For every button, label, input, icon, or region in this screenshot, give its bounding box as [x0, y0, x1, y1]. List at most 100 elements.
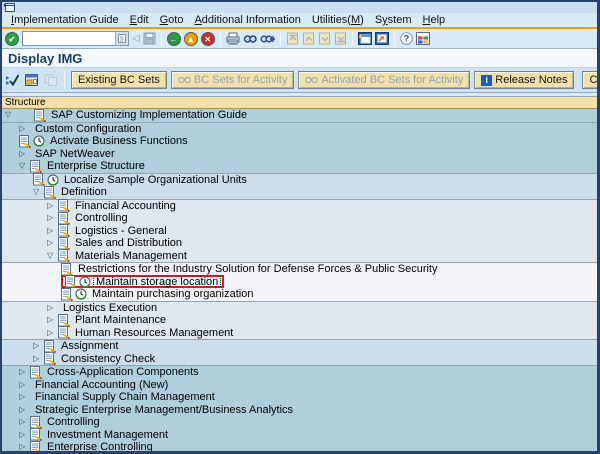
img-documentation-icon[interactable] [19, 135, 31, 148]
expand-arrow-icon[interactable]: ▷ [47, 212, 58, 224]
menu-item-system[interactable]: System [372, 14, 420, 26]
tree-row[interactable]: ▽ SAP Customizing Implementation Guide [2, 109, 597, 123]
expand-arrow-icon[interactable]: ▷ [47, 327, 58, 339]
tree-row-label[interactable]: Logistics Execution [61, 302, 159, 314]
new-session-icon[interactable] [358, 32, 372, 45]
tree-row[interactable]: Activate Business Functions [2, 135, 597, 148]
collapse-arrow-icon[interactable]: ▽ [47, 250, 58, 262]
img-documentation-icon[interactable] [61, 263, 73, 276]
img-activity-clock-icon[interactable] [79, 276, 91, 288]
system-menu-icon[interactable] [4, 3, 15, 12]
tree-row[interactable]: Localize Sample Organizational Units [2, 174, 597, 187]
tree-row-label[interactable]: Enterprise Structure [45, 160, 147, 172]
tree-row[interactable]: ▷ Assignment [2, 340, 597, 353]
collapse-arrow-icon[interactable]: ▽ [19, 160, 30, 172]
tree-row[interactable]: ▷Consistency Check [2, 353, 597, 367]
expand-arrow-icon[interactable]: ▷ [47, 200, 58, 212]
menu-item-additional-information[interactable]: Additional Information [191, 14, 308, 26]
img-documentation-icon[interactable] [58, 212, 70, 225]
tree-row[interactable]: ▷Strategic Enterprise Management/Busines… [2, 404, 597, 417]
menu-item-implementation-guide[interactable]: Implementation Guide [8, 14, 127, 26]
img-documentation-icon[interactable] [58, 237, 70, 250]
tree-row-label[interactable]: Enterprise Controlling [45, 441, 155, 451]
expand-arrow-icon[interactable]: ▷ [19, 441, 30, 451]
img-documentation-icon[interactable] [44, 352, 56, 365]
cancel-button[interactable]: ✕ [201, 32, 215, 46]
tree-row[interactable]: ▷Cross-Application Components [2, 366, 597, 379]
tree-row[interactable]: ▷ Controlling [2, 416, 597, 429]
expand-arrow-icon[interactable]: ▷ [47, 225, 58, 237]
tree-row[interactable]: ▷ Human Resources Management [2, 327, 597, 341]
tree-row[interactable]: ▷ Controlling [2, 212, 597, 225]
tree-row-label[interactable]: SAP Customizing Implementation Guide [49, 109, 249, 121]
tree-row[interactable]: ▷Financial Accounting (New) [2, 379, 597, 392]
tree-row[interactable]: Restrictions for the Industry Solution f… [2, 263, 597, 276]
change-log-button[interactable]: Change Log [582, 71, 600, 89]
tree-row-label[interactable]: Assignment [59, 340, 120, 352]
expand-arrow-icon[interactable]: ▷ [47, 314, 58, 326]
customize-layout-icon[interactable] [416, 32, 430, 45]
find-next-icon[interactable] [260, 33, 275, 45]
img-documentation-icon[interactable] [34, 109, 46, 122]
tree-row[interactable]: ▷Financial Supply Chain Management [2, 391, 597, 404]
expand-arrow-icon[interactable]: ▷ [33, 340, 44, 352]
img-documentation-icon[interactable] [30, 441, 42, 451]
expand-arrow-icon[interactable]: ▷ [19, 429, 30, 441]
img-documentation-icon[interactable] [33, 173, 45, 186]
expand-arrow-icon[interactable]: ▷ [47, 302, 58, 314]
expand-arrow-icon[interactable]: ▷ [19, 366, 30, 378]
img-activity-clock-icon[interactable] [33, 135, 45, 147]
collapse-arrow-icon[interactable]: ▽ [5, 109, 16, 121]
tree-row[interactable]: ▷Plant Maintenance [2, 314, 597, 327]
expand-arrow-icon[interactable]: ▷ [19, 416, 30, 428]
menu-item-utilities-m[interactable]: Utilities(M) [309, 14, 372, 26]
exit-button[interactable]: ▲ [184, 32, 198, 46]
existing-bc-sets-button[interactable]: Existing BC Sets [71, 71, 167, 89]
print-icon[interactable] [226, 32, 240, 45]
tree-row-label[interactable]: Materials Management [73, 250, 189, 262]
choose-icon[interactable] [5, 73, 20, 87]
img-documentation-icon[interactable] [30, 160, 42, 173]
img-documentation-icon[interactable] [58, 224, 70, 237]
img-activity-clock-icon[interactable] [75, 288, 87, 300]
tree-row-label[interactable]: Controlling [45, 416, 102, 428]
display-bc-sets-icon[interactable] [24, 73, 39, 87]
release-notes-button[interactable]: iRelease Notes [474, 71, 574, 89]
tree-row-label[interactable]: Financial Supply Chain Management [33, 391, 217, 403]
tree-row[interactable]: ▷ Enterprise Controlling [2, 441, 597, 451]
create-shortcut-icon[interactable] [375, 32, 389, 45]
img-documentation-icon[interactable] [61, 288, 73, 301]
tree-row-label[interactable]: Restrictions for the Industry Solution f… [76, 263, 440, 275]
menu-item-goto[interactable]: Goto [157, 14, 192, 26]
tree-row-label[interactable]: Custom Configuration [33, 123, 143, 135]
tree-row-label[interactable]: Controlling [73, 212, 130, 224]
img-documentation-icon[interactable] [44, 340, 56, 353]
img-documentation-icon[interactable] [58, 199, 70, 212]
tree-row[interactable]: ▷Logistics Execution [2, 302, 597, 315]
img-documentation-icon[interactable] [30, 428, 42, 441]
tree-row-label[interactable]: Sales and Distribution [73, 237, 184, 249]
img-activity-clock-icon[interactable] [47, 174, 59, 186]
img-documentation-icon[interactable] [58, 326, 70, 339]
tree-row-label[interactable]: SAP NetWeaver [33, 148, 117, 160]
collapse-arrow-icon[interactable]: ▽ [33, 186, 44, 198]
tree-row-label[interactable]: Activate Business Functions [48, 135, 190, 147]
img-documentation-icon[interactable] [30, 416, 42, 429]
expand-arrow-icon[interactable]: ▷ [19, 404, 30, 416]
menu-item-help[interactable]: Help [420, 14, 454, 26]
tree-row-label[interactable]: Investment Management [45, 429, 170, 441]
tree-row-label[interactable]: Financial Accounting (New) [33, 379, 170, 391]
tree-row[interactable]: ▷Sales and Distribution [2, 237, 597, 250]
tree-row[interactable]: ▷Financial Accounting [2, 200, 597, 213]
expand-arrow-icon[interactable]: ▷ [19, 123, 30, 135]
img-documentation-icon[interactable] [58, 314, 70, 327]
tree-row[interactable]: ▽ Enterprise Structure [2, 160, 597, 174]
tree-row-label[interactable]: Human Resources Management [73, 327, 235, 339]
find-icon[interactable] [243, 33, 257, 45]
menu-item-edit[interactable]: Edit [127, 14, 157, 26]
tree-row[interactable]: ▷Logistics - General [2, 225, 597, 238]
tree-row[interactable]: Maintain purchasing organization [2, 288, 597, 302]
img-documentation-icon[interactable] [30, 366, 42, 379]
tree-row[interactable]: ▽ Materials Management [2, 250, 597, 264]
tree-row-label[interactable]: Definition [59, 186, 109, 198]
